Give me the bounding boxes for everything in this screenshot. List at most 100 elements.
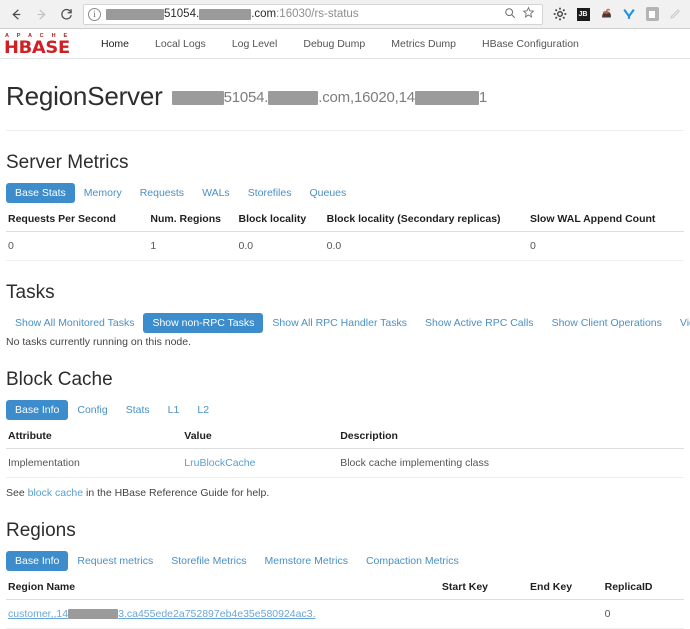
tasks-tabs: Show All Monitored Tasks Show non-RPC Ta… [6, 313, 690, 333]
server-metrics-heading: Server Metrics [6, 152, 129, 173]
extension-icons: JB [549, 3, 686, 25]
server-redaction-3 [414, 91, 479, 105]
logo-hbase-text: HBASE [4, 37, 70, 58]
nav-link-metrics-dump[interactable]: Metrics Dump [378, 30, 469, 58]
star-icon[interactable] [519, 6, 538, 22]
col-block-locality-secondary: Block locality (Secondary replicas) [324, 207, 529, 232]
url-redaction-1 [106, 8, 164, 20]
col-start-key: Start Key [439, 575, 529, 600]
cell-value: LruBlockCache [182, 448, 339, 478]
tab-block-cache-config[interactable]: Config [68, 400, 116, 420]
tab-requests[interactable]: Requests [131, 183, 193, 203]
nav-link-debug-dump[interactable]: Debug Dump [290, 30, 378, 58]
block-cache-table: Attribute Value Description Implementati… [6, 424, 684, 478]
page-content: RegionServer 51054. .com,16020,14 1 Server… [0, 81, 690, 629]
regions-heading: Regions [6, 520, 76, 541]
vimeo-y-icon[interactable] [618, 3, 640, 25]
site-info-icon[interactable]: i [88, 7, 101, 21]
back-arrow-icon[interactable] [4, 2, 29, 27]
col-slow-wal-append-count: Slow WAL Append Count [528, 207, 684, 232]
nav-link-home[interactable]: Home [88, 30, 142, 58]
server-redaction-1 [171, 91, 224, 105]
tab-wals[interactable]: WALs [193, 183, 239, 203]
col-replica-id: ReplicaID [602, 575, 684, 600]
browser-toolbar: i 51054. .com:16030/rs-status JB [0, 0, 690, 29]
link-region-name[interactable]: customer,,14 3.ca455ede2a752897eb4e35e580… [8, 608, 438, 620]
hbase-logo[interactable]: A P A C H E HBASE [4, 32, 88, 57]
regions-tabs: Base Info Request metrics Storefile Metr… [6, 551, 684, 571]
tab-storefiles[interactable]: Storefiles [239, 183, 301, 203]
server-redaction-2 [268, 91, 319, 105]
cell-start-key [439, 599, 529, 629]
url-redaction-2 [199, 8, 252, 20]
url-text: 51054. .com:16030/rs-status [106, 8, 500, 20]
tasks-empty-message: No tasks currently running on this node. [6, 336, 192, 348]
region-name-part-1: customer,,14 [8, 608, 69, 620]
col-block-locality: Block locality [236, 207, 325, 232]
table-row: 0 1 0.0 0.0 0 [6, 231, 684, 261]
url-part-3: :16030/rs-status [276, 8, 359, 20]
page-title-text: RegionServer [6, 81, 163, 111]
hbase-navbar: A P A C H E HBASE Home Local Logs Log Le… [0, 29, 690, 59]
tab-block-cache-stats[interactable]: Stats [117, 400, 159, 420]
cell-region-name: customer,,14 3.ca455ede2a752897eb4e35e580… [6, 599, 440, 629]
col-attribute: Attribute [6, 424, 183, 449]
cell-replica-id: 0 [602, 599, 684, 629]
tab-show-all-rpc-handler-tasks[interactable]: Show All RPC Handler Tasks [263, 313, 416, 333]
tab-memory[interactable]: Memory [75, 183, 131, 203]
url-part-1: 51054. [164, 8, 200, 20]
grey-note-icon[interactable] [641, 3, 663, 25]
tab-block-cache-l2[interactable]: L2 [188, 400, 218, 420]
cell-slow-wal-append-count: 0 [528, 231, 684, 261]
col-region-name: Region Name [6, 575, 440, 600]
link-lrublockcache[interactable]: LruBlockCache [184, 457, 255, 469]
reload-icon[interactable] [54, 2, 79, 27]
navbar-links: Home Local Logs Log Level Debug Dump Met… [88, 30, 592, 58]
block-cache-tabs: Base Info Config Stats L1 L2 [6, 400, 684, 420]
table-header-row: Region Name Start Key End Key ReplicaID [6, 575, 684, 600]
regions-table: Region Name Start Key End Key ReplicaID … [6, 575, 684, 629]
cell-requests-per-second: 0 [6, 231, 149, 261]
tab-view-as-json[interactable]: View as JSON [671, 313, 690, 333]
server-metrics-table: Requests Per Second Num. Regions Block l… [6, 207, 684, 261]
tab-regions-base-info[interactable]: Base Info [6, 551, 69, 571]
nav-link-local-logs[interactable]: Local Logs [142, 30, 219, 58]
nav-link-log-level[interactable]: Log Level [219, 30, 291, 58]
col-description: Description [338, 424, 684, 449]
tab-regions-compaction-metrics[interactable]: Compaction Metrics [357, 551, 468, 571]
forward-arrow-icon [29, 2, 54, 27]
tab-show-non-rpc-tasks[interactable]: Show non-RPC Tasks [143, 313, 264, 333]
table-header-row: Requests Per Second Num. Regions Block l… [6, 207, 684, 232]
tab-show-all-monitored-tasks[interactable]: Show All Monitored Tasks [6, 313, 143, 333]
tab-block-cache-base-info[interactable]: Base Info [6, 400, 69, 420]
cell-description: Block cache implementing class [338, 448, 684, 478]
region-name-part-2: 3.ca455ede2a752897eb4e35e580924ac3. [118, 608, 316, 620]
tab-queues[interactable]: Queues [300, 183, 355, 203]
jetbrains-icon-label: JB [576, 7, 590, 21]
cell-end-key [528, 599, 603, 629]
tab-regions-storefile-metrics[interactable]: Storefile Metrics [162, 551, 255, 571]
server-part-3: 1 [478, 89, 488, 106]
col-end-key: End Key [528, 575, 603, 600]
server-name: 51054. .com,16020,14 1 [171, 83, 488, 113]
cell-num-regions: 1 [148, 231, 237, 261]
jetbrains-icon[interactable]: JB [572, 3, 594, 25]
server-part-2: .com,16020,14 [318, 89, 415, 106]
tab-regions-memstore-metrics[interactable]: Memstore Metrics [256, 551, 357, 571]
link-block-cache-docs[interactable]: block cache [28, 487, 83, 499]
nav-link-hbase-configuration[interactable]: HBase Configuration [469, 30, 592, 58]
tab-regions-request-metrics[interactable]: Request metrics [68, 551, 162, 571]
tab-show-client-operations[interactable]: Show Client Operations [543, 313, 671, 333]
address-bar[interactable]: i 51054. .com:16030/rs-status [83, 3, 543, 25]
tab-block-cache-l1[interactable]: L1 [159, 400, 189, 420]
pen-icon[interactable] [664, 3, 686, 25]
url-part-2: .com [251, 8, 277, 20]
dark-blob-icon[interactable] [595, 3, 617, 25]
gear-icon[interactable] [549, 3, 571, 25]
tab-base-stats[interactable]: Base Stats [6, 183, 75, 203]
search-icon[interactable] [500, 7, 519, 22]
footnote-prefix: See [6, 487, 28, 499]
tab-show-active-rpc-calls[interactable]: Show Active RPC Calls [416, 313, 543, 333]
server-metrics-tabs: Base Stats Memory Requests WALs Storefil… [6, 183, 684, 203]
cell-block-locality: 0.0 [236, 231, 325, 261]
